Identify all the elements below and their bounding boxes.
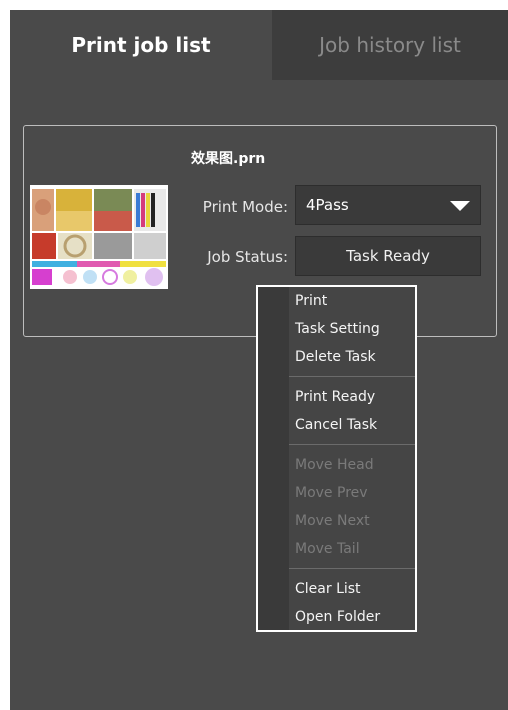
menu-item-print[interactable]: Print — [295, 293, 327, 309]
menu-item-move-next: Move Next — [295, 513, 370, 529]
menu-separator — [289, 568, 415, 569]
menu-item-delete-task[interactable]: Delete Task — [295, 349, 376, 365]
tab-print-job-list[interactable]: Print job list — [10, 10, 272, 80]
chevron-down-icon[interactable] — [450, 201, 470, 211]
menu-item-open-folder[interactable]: Open Folder — [295, 609, 380, 625]
print-mode-label: Print Mode: — [202, 198, 288, 216]
menu-item-move-prev: Move Prev — [295, 485, 368, 501]
tab-job-history-list[interactable]: Job history list — [272, 10, 508, 80]
job-status-label: Job Status: — [207, 248, 288, 266]
print-preview-thumbnail — [30, 185, 168, 289]
context-menu-body: Print Task Setting Delete Task Print Rea… — [258, 287, 415, 630]
job-status-value: Task Ready — [295, 236, 481, 276]
context-menu: Print Task Setting Delete Task Print Rea… — [256, 285, 417, 632]
menu-separator — [289, 376, 415, 377]
menu-item-move-head: Move Head — [295, 457, 374, 473]
menu-separator — [289, 444, 415, 445]
context-menu-gutter — [258, 287, 289, 630]
menu-item-print-ready[interactable]: Print Ready — [295, 389, 375, 405]
menu-item-task-setting[interactable]: Task Setting — [295, 321, 380, 337]
print-mode-value: 4Pass — [306, 196, 349, 214]
menu-item-clear-list[interactable]: Clear List — [295, 581, 361, 597]
job-filename: 效果图.prn — [191, 151, 266, 167]
menu-item-move-tail: Move Tail — [295, 541, 360, 557]
job-thumbnail — [30, 185, 168, 289]
menu-item-cancel-task[interactable]: Cancel Task — [295, 417, 377, 433]
print-mode-select[interactable]: 4Pass — [295, 185, 481, 225]
